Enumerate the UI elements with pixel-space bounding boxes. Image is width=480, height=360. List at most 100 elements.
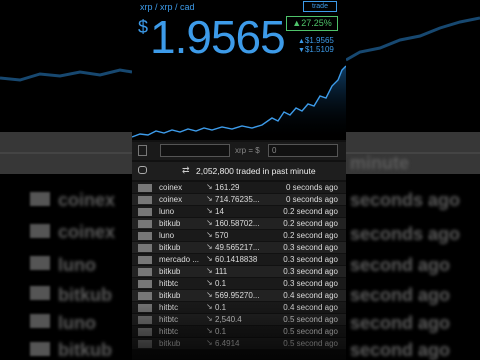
background-text: coinex xyxy=(58,222,116,242)
background-text: minute xyxy=(350,153,410,173)
exchange-name: bitkub xyxy=(159,291,181,300)
trade-row: mercado ... ↘ 60.1418838 0.3 second ago xyxy=(132,254,346,266)
background-text: second ago xyxy=(350,285,451,305)
flag-icon xyxy=(138,244,152,252)
app-screen: xrp / xrp / cad $ 1.9565 trade ▲27.25% ▲… xyxy=(132,0,346,360)
flag-icon xyxy=(138,292,152,300)
trade-time: 0 seconds ago xyxy=(285,195,338,204)
xrp-amount-input[interactable] xyxy=(160,144,230,157)
flag-icon xyxy=(138,208,152,216)
trade-icon: ↘ xyxy=(206,266,213,275)
trade-row: bitkub ↘ 49.565217... 0.3 second ago xyxy=(132,242,346,254)
exchange-name: mercado ... xyxy=(159,255,200,264)
flag-icon xyxy=(30,314,50,328)
calculator-icon[interactable] xyxy=(138,145,147,156)
trade-amount: 111 xyxy=(215,267,228,276)
currency-symbol: $ xyxy=(138,17,149,37)
trade-icon: ↘ xyxy=(206,254,213,263)
trade-amount: 161.29 xyxy=(215,183,240,192)
background-text: luno xyxy=(58,255,96,275)
converter-bar: xrp = $ 0 xyxy=(132,142,346,160)
trade-time: 0.3 second ago xyxy=(283,279,338,288)
trade-icon: ↘ xyxy=(206,242,213,251)
flag-icon xyxy=(138,196,152,204)
flag-icon xyxy=(30,286,50,300)
high-value: $1.9565 xyxy=(304,36,334,45)
trade-time: 0.3 second ago xyxy=(283,267,338,276)
trade-amount: 60.1418838 xyxy=(215,255,258,264)
exchange-name: bitkub xyxy=(159,267,181,276)
background-text: second ago xyxy=(350,313,451,333)
trade-amount: 49.565217... xyxy=(215,243,260,252)
swap-icon[interactable]: ⇄ xyxy=(182,165,190,176)
video-frame: minute seconds ago seconds ago second ag… xyxy=(0,0,480,360)
trade-row: luno ↘ 14 0.2 second ago xyxy=(132,206,346,218)
volume-bar: ⇄ 2,052,800 traded in past minute xyxy=(132,162,346,180)
current-price: 1.9565 xyxy=(150,11,286,63)
arrow-up-icon: ▲ xyxy=(298,38,305,45)
price-header: xrp / xrp / cad $ 1.9565 trade ▲27.25% ▲… xyxy=(132,0,346,140)
trade-row: coinex ↘ 161.29 0 seconds ago xyxy=(132,182,346,194)
low-price: ▼$1.5109 xyxy=(298,45,334,54)
exchange-name: hitbtc xyxy=(159,279,179,288)
flag-icon xyxy=(138,256,152,264)
exchange-name: coinex xyxy=(159,195,183,204)
trade-row: bitkub ↘ 160.58702... 0.2 second ago xyxy=(132,218,346,230)
trade-button[interactable]: trade xyxy=(303,1,337,12)
flag-icon xyxy=(138,280,152,288)
flag-icon xyxy=(138,220,152,228)
trade-icon: ↘ xyxy=(206,290,213,299)
trade-amount: 569.95270... xyxy=(215,291,260,300)
trade-row: coinex ↘ 714.76235... 0 seconds ago xyxy=(132,194,346,206)
low-value: $1.5109 xyxy=(304,45,334,54)
change-badge: ▲27.25% xyxy=(286,16,338,31)
background-text: bitkub xyxy=(58,340,112,360)
trade-icon: ↘ xyxy=(206,218,213,227)
background-text: seconds ago xyxy=(350,190,461,210)
trade-time: 0.2 second ago xyxy=(283,207,338,216)
flag-icon xyxy=(30,256,50,270)
background-text: seconds ago xyxy=(350,224,461,244)
flag-icon xyxy=(30,224,50,238)
exchange-name: coinex xyxy=(159,183,183,192)
trade-time: 0.3 second ago xyxy=(283,243,338,252)
flag-icon xyxy=(138,232,152,240)
chat-icon[interactable] xyxy=(138,166,147,174)
trade-time: 0.2 second ago xyxy=(283,231,338,240)
trade-amount: 0.1 xyxy=(215,279,227,288)
trade-row: hitbtc ↘ 0.1 0.3 second ago xyxy=(132,278,346,290)
trade-icon: ↘ xyxy=(206,206,213,215)
high-price: ▲$1.9565 xyxy=(298,36,334,45)
trade-time: 0.3 second ago xyxy=(283,255,338,264)
flag-icon xyxy=(30,192,50,206)
trade-amount: 160.58702... xyxy=(215,219,260,228)
arrow-down-icon: ▼ xyxy=(298,47,305,54)
exchange-name: bitkub xyxy=(159,219,181,228)
trade-icon: ↘ xyxy=(206,230,213,239)
bottom-fade xyxy=(132,300,346,360)
converter-label: xrp = $ xyxy=(235,146,260,155)
trade-row: bitkub ↘ 111 0.3 second ago xyxy=(132,266,346,278)
trade-time: 0 seconds ago xyxy=(285,183,338,192)
background-text: coinex xyxy=(58,190,116,210)
trade-row: luno ↘ 570 0.2 second ago xyxy=(132,230,346,242)
background-text: second ago xyxy=(350,340,451,360)
exchange-name: bitkub xyxy=(159,243,181,252)
trade-amount: 570 xyxy=(215,231,229,240)
flag-icon xyxy=(138,268,152,276)
trade-amount: 14 xyxy=(215,207,224,216)
flag-icon xyxy=(138,184,152,192)
trade-icon: ↘ xyxy=(206,194,213,203)
trade-time: 0.2 second ago xyxy=(283,219,338,228)
exchange-name: luno xyxy=(159,231,175,240)
trade-amount: 714.76235... xyxy=(215,195,260,204)
exchange-name: luno xyxy=(159,207,175,216)
trade-icon: ↘ xyxy=(206,278,213,287)
background-text: second ago xyxy=(350,255,451,275)
trade-time: 0.4 second ago xyxy=(283,291,338,300)
trade-icon: ↘ xyxy=(206,182,213,191)
background-text: luno xyxy=(58,313,96,333)
background-text: bitkub xyxy=(58,285,112,305)
volume-text: 2,052,800 traded in past minute xyxy=(196,166,316,176)
cad-amount-input[interactable]: 0 xyxy=(268,144,338,157)
